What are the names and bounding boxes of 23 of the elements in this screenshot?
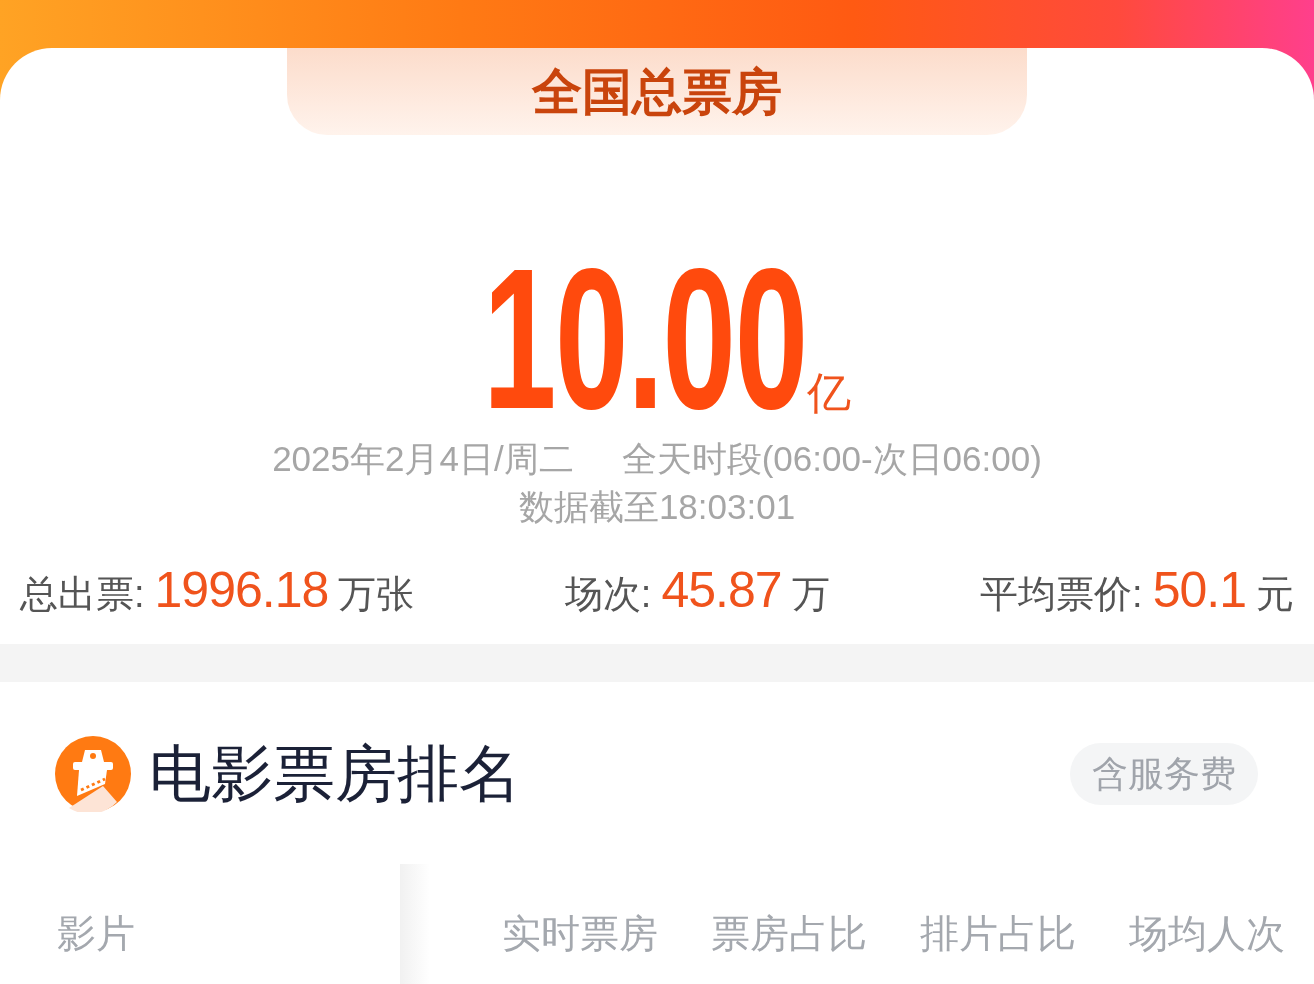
stat-value: 50.1 bbox=[1152, 561, 1246, 620]
stat-value: 1996.18 bbox=[154, 561, 329, 620]
page-title: 全国总票房 bbox=[532, 66, 782, 117]
stat-label: 场次: bbox=[564, 572, 652, 617]
total-box-office-value: 10.00 bbox=[482, 239, 807, 439]
stat-label: 总出票: bbox=[20, 572, 145, 617]
period-text: 全天时段(06:00-次日06:00) bbox=[621, 438, 1042, 480]
stat-unit: 元 bbox=[1256, 572, 1294, 617]
stat-unit: 万张 bbox=[338, 572, 415, 617]
column-header: 实时票房 bbox=[502, 914, 658, 957]
column-header: 排片占比 bbox=[920, 914, 1076, 957]
column-header: 影片 bbox=[57, 912, 135, 955]
date-text: 2025年2月4日/周二 bbox=[272, 438, 574, 480]
column-header: 票房占比 bbox=[711, 914, 867, 957]
updated-time-text: 数据截至18:03:01 bbox=[518, 486, 796, 528]
section-title: 电影票房排名 bbox=[149, 743, 521, 805]
column-header: 场均人次 bbox=[1129, 914, 1285, 957]
service-fee-tag: 含服务费 bbox=[1070, 743, 1258, 805]
stat-value: 45.87 bbox=[661, 561, 782, 620]
total-unit: 亿 bbox=[807, 371, 852, 415]
stat-label: 平均票价: bbox=[980, 572, 1143, 617]
tower-film-icon bbox=[55, 736, 131, 812]
stat-unit: 万 bbox=[791, 572, 830, 617]
